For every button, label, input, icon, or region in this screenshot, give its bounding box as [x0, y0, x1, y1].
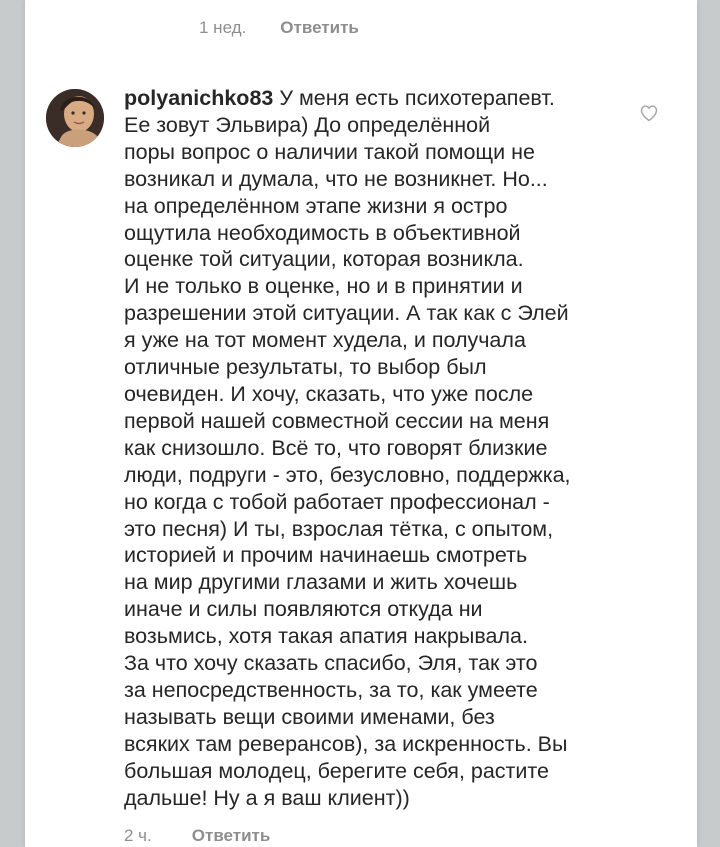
- previous-comment-timestamp: 1 нед.: [199, 18, 247, 37]
- comment-card: 1 нед. Ответить polyanichko83 У меня ест…: [25, 0, 697, 847]
- comment-meta: 2 ч. Ответить: [124, 826, 270, 846]
- comment-username[interactable]: polyanichko83: [124, 86, 273, 110]
- comment-text: У меня есть психотерапевт. Ее зовут Эльв…: [124, 86, 571, 810]
- previous-comment-meta: 1 нед. Ответить: [199, 18, 359, 38]
- comment-timestamp: 2 ч.: [124, 826, 152, 845]
- avatar-photo: [46, 89, 104, 147]
- comment-body: polyanichko83 У меня есть психотерапевт.…: [124, 85, 624, 811]
- avatar[interactable]: [46, 89, 104, 147]
- heart-outline-icon[interactable]: [639, 103, 659, 123]
- previous-comment-reply-button[interactable]: Ответить: [280, 18, 359, 38]
- comment-reply-button[interactable]: Ответить: [192, 826, 271, 846]
